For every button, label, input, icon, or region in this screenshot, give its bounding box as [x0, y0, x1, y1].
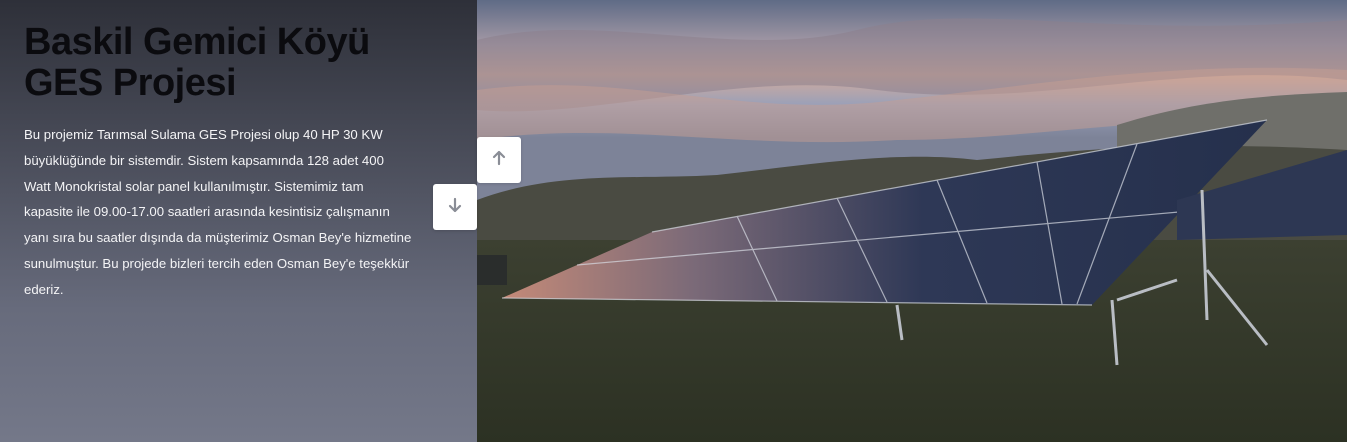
scroll-down-button[interactable]: [433, 184, 477, 230]
project-description: Bu projemiz Tarımsal Sulama GES Projesi …: [24, 127, 412, 297]
project-slide: Baskil Gemici Köyü GES Projesi Bu projem…: [0, 0, 1347, 442]
solar-field-image: [477, 0, 1347, 442]
project-info-panel: Baskil Gemici Köyü GES Projesi Bu projem…: [0, 0, 477, 442]
arrow-up-icon: [490, 149, 508, 172]
arrow-down-icon: [446, 196, 464, 219]
project-photo: [477, 0, 1347, 442]
scroll-up-button[interactable]: [477, 137, 521, 183]
project-title: Baskil Gemici Köyü GES Projesi: [24, 21, 370, 104]
